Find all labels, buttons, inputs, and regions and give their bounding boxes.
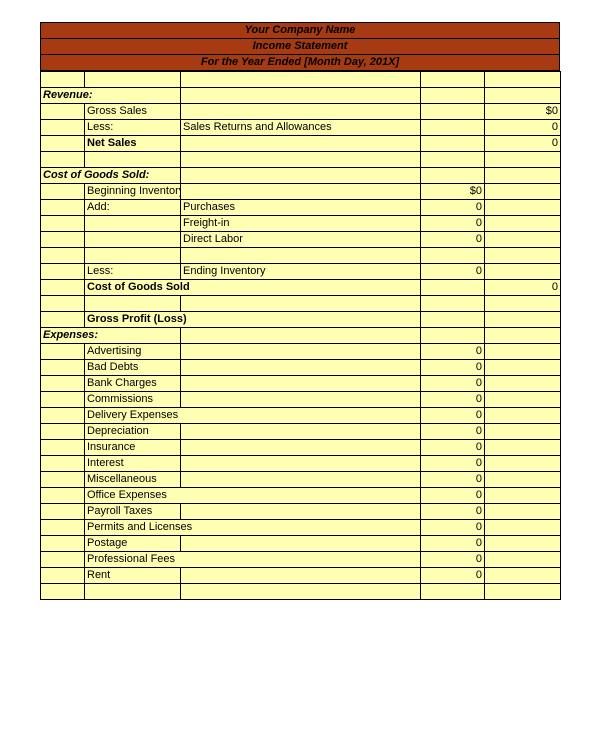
row-add: Add:	[85, 200, 181, 216]
row-sales-returns: Sales Returns and Allowances	[181, 120, 421, 136]
row-prof-fees: Professional Fees	[85, 552, 421, 568]
val-permits: 0	[421, 520, 485, 536]
row-direct-labor: Direct Labor	[181, 232, 421, 248]
row-delivery: Delivery Expenses	[85, 408, 421, 424]
header-title: Income Statement	[40, 38, 560, 54]
section-revenue: Revenue:	[41, 88, 181, 104]
income-statement-sheet: Your Company Name Income Statement For t…	[40, 22, 560, 600]
row-gross-profit: Gross Profit (Loss)	[85, 312, 421, 328]
val-misc: 0	[421, 472, 485, 488]
val-office: 0	[421, 488, 485, 504]
val-insurance: 0	[421, 440, 485, 456]
val-freight: 0	[421, 216, 485, 232]
header-period: For the Year Ended [Month Day, 201X]	[40, 54, 560, 71]
row-interest: Interest	[85, 456, 181, 472]
val-prof-fees: 0	[421, 552, 485, 568]
val-postage: 0	[421, 536, 485, 552]
row-end-inv: Ending Inventory	[181, 264, 421, 280]
row-postage: Postage	[85, 536, 181, 552]
val-payroll: 0	[421, 504, 485, 520]
row-advertising: Advertising	[85, 344, 181, 360]
val-depreciation: 0	[421, 424, 485, 440]
row-commissions: Commissions	[85, 392, 181, 408]
val-bad-debts: 0	[421, 360, 485, 376]
val-interest: 0	[421, 456, 485, 472]
row-insurance: Insurance	[85, 440, 181, 456]
row-less2: Less:	[85, 264, 181, 280]
row-purchases: Purchases	[181, 200, 421, 216]
val-bank-charges: 0	[421, 376, 485, 392]
row-office: Office Expenses	[85, 488, 421, 504]
section-cogs: Cost of Goods Sold:	[41, 168, 181, 184]
val-end-inv: 0	[421, 264, 485, 280]
section-expenses: Expenses:	[41, 328, 181, 344]
row-beg-inv: Beginning Inventory	[85, 184, 181, 200]
val-cogs-total: 0	[485, 280, 561, 296]
row-net-sales: Net Sales	[85, 136, 181, 152]
val-gross-sales: $0	[485, 104, 561, 120]
val-direct-labor: 0	[421, 232, 485, 248]
row-less1: Less:	[85, 120, 181, 136]
val-sales-returns: 0	[485, 120, 561, 136]
val-beg-inv: $0	[421, 184, 485, 200]
val-net-sales: 0	[485, 136, 561, 152]
row-permits: Permits and Licenses	[85, 520, 421, 536]
row-gross-sales: Gross Sales	[85, 104, 181, 120]
statement-table: Revenue: Gross Sales$0 Less:Sales Return…	[40, 71, 561, 600]
val-commissions: 0	[421, 392, 485, 408]
row-bad-debts: Bad Debts	[85, 360, 181, 376]
row-misc: Miscellaneous	[85, 472, 181, 488]
val-advertising: 0	[421, 344, 485, 360]
header-company: Your Company Name	[40, 22, 560, 38]
row-rent: Rent	[85, 568, 181, 584]
row-cogs-total: Cost of Goods Sold	[85, 280, 421, 296]
row-depreciation: Depreciation	[85, 424, 181, 440]
val-rent: 0	[421, 568, 485, 584]
row-bank-charges: Bank Charges	[85, 376, 181, 392]
row-freight: Freight-in	[181, 216, 421, 232]
row-payroll: Payroll Taxes	[85, 504, 181, 520]
val-delivery: 0	[421, 408, 485, 424]
val-purchases: 0	[421, 200, 485, 216]
